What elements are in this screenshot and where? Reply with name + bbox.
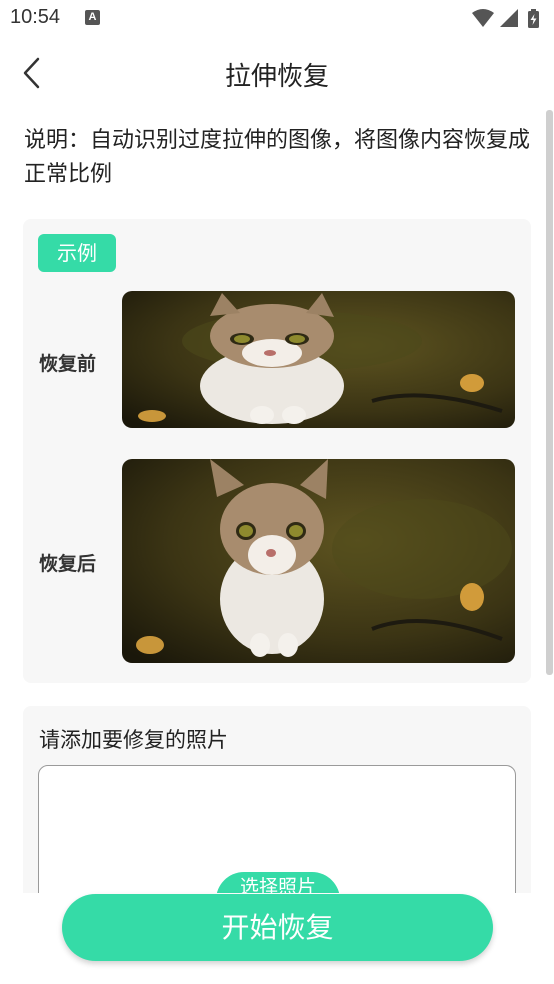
start-restore-button[interactable]: 开始恢复: [62, 894, 493, 961]
upload-title: 请添加要修复的照片: [39, 728, 228, 752]
page-title: 拉伸恢复: [224, 62, 329, 92]
battery-charging-icon: [528, 9, 539, 28]
status-icons: [470, 7, 546, 35]
example-card: 示例 恢复前 恢复后: [23, 219, 531, 683]
app-header: 拉伸恢复: [0, 38, 554, 110]
description-text: 说明：自动识别过度拉伸的图像，将图像内容恢复成正常比例: [24, 128, 531, 187]
before-label: 恢复前: [39, 353, 97, 375]
status-time: 10:54: [10, 6, 61, 28]
notification-icon: A: [85, 10, 100, 25]
wifi-icon: [472, 9, 494, 27]
before-photo: [122, 291, 515, 428]
cell-signal-icon: [500, 9, 518, 27]
after-photo: [122, 459, 515, 663]
scrollbar[interactable]: [546, 110, 553, 675]
example-badge: 示例: [38, 234, 116, 272]
after-label: 恢复后: [39, 553, 97, 575]
status-bar: 10:54 A: [0, 0, 554, 38]
